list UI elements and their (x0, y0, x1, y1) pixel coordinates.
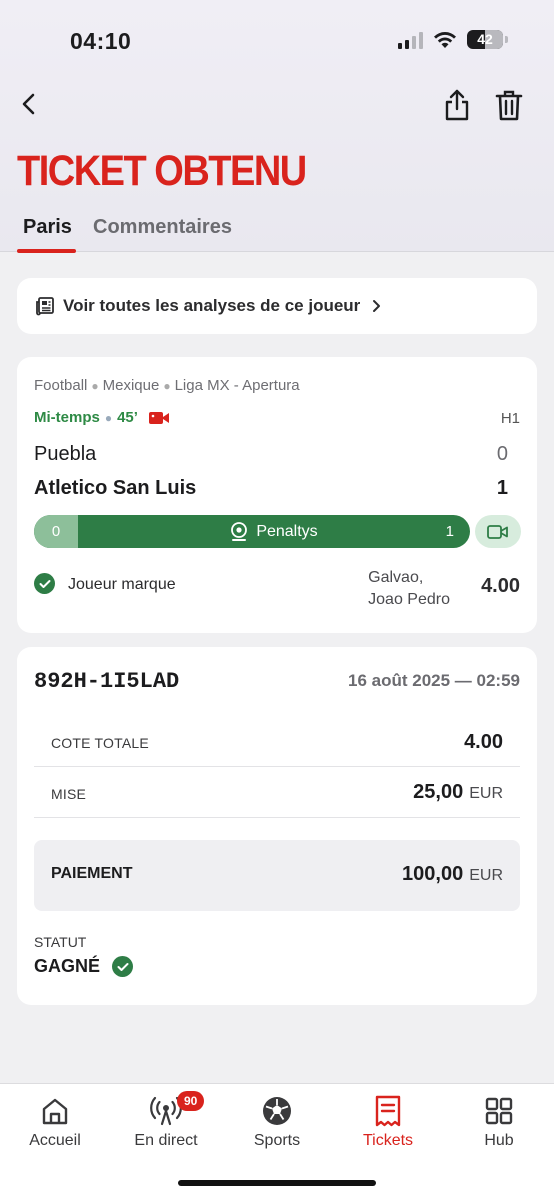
status-label: STATUT (34, 934, 87, 950)
country-label: Mexique (102, 377, 160, 394)
selection-market: Joueur marque (68, 576, 176, 593)
signal-icon (398, 31, 423, 49)
stake-currency: EUR (469, 785, 503, 802)
player-name-line1: Galvao, (368, 569, 424, 586)
stake-amount: 25,00 (413, 781, 464, 803)
match-breadcrumb: Football ● Mexique ● Liga MX - Apertura (34, 377, 300, 394)
ticket-icon (375, 1095, 401, 1127)
away-score: 1 (496, 477, 508, 499)
penalty-spot-icon (231, 521, 248, 541)
total-odds-value: 4.00 (464, 731, 503, 753)
tab-commentaires[interactable]: Commentaires (93, 216, 232, 239)
watch-video-button[interactable] (475, 515, 521, 548)
tabbar-label: Hub (484, 1132, 514, 1149)
chevron-right-icon (373, 300, 381, 312)
battery-icon: 42 (467, 30, 503, 49)
trash-icon[interactable] (494, 88, 524, 122)
penalties-home: 0 (34, 515, 78, 548)
payout-value: 100,00 EUR (402, 863, 503, 886)
payout-currency: EUR (469, 867, 503, 884)
player-name-line2: Joao Pedro (368, 591, 450, 608)
status-time: 04:10 (70, 28, 132, 54)
page-title: TICKET OBTENU (17, 148, 307, 196)
battery-tip (505, 36, 508, 43)
stake-value: 25,00 EUR (413, 781, 503, 804)
divider (34, 766, 520, 767)
soccer-ball-icon (263, 1097, 291, 1125)
ticket-card: 892H-1I5LAD 16 août 2025 — 02:59 COTE TO… (17, 647, 537, 1005)
wifi-icon (434, 31, 456, 48)
selection-player: Galvao, Joao Pedro (368, 567, 450, 611)
tabbar-item-en-direct[interactable]: 90 En direct (111, 1091, 221, 1150)
ticket-date: 16 août 2025 — 02:59 (348, 671, 520, 690)
penalties-center: Penaltys (78, 515, 470, 548)
match-minute: 45’ (117, 409, 138, 426)
tabbar-label: Tickets (362, 1132, 414, 1149)
match-status: Mi-temps (34, 409, 100, 426)
tabbar-item-hub[interactable]: Hub (444, 1094, 554, 1150)
active-tab-indicator (17, 249, 76, 253)
home-team: Puebla (34, 443, 97, 465)
newspaper-icon (36, 297, 54, 316)
status-bar: 04:10 42 (0, 0, 554, 80)
analyses-label: Voir toutes les analyses de ce joueur (63, 296, 361, 315)
player-analyses-link[interactable]: Voir toutes les analyses de ce joueur (17, 278, 537, 334)
status-text: GAGNÉ (34, 956, 101, 976)
home-icon (42, 1098, 68, 1125)
penalties-label: Penaltys (256, 522, 318, 540)
nav-row (0, 86, 554, 126)
payout-label: PAIEMENT (51, 865, 133, 882)
tabbar-label: En direct (134, 1132, 198, 1149)
tab-paris[interactable]: Paris (23, 216, 72, 239)
home-score: 0 (496, 443, 508, 465)
header-area: 04:10 42 TICKET OBTENU Paris Commentaire… (0, 0, 554, 253)
won-check-icon (34, 573, 55, 594)
tabbar-item-accueil[interactable]: Accueil (0, 1094, 110, 1150)
won-check-icon (112, 956, 134, 977)
payout-amount: 100,00 (402, 863, 464, 885)
grid-icon (485, 1097, 513, 1125)
status-icons: 42 (398, 30, 508, 49)
share-icon[interactable] (442, 88, 472, 122)
away-team: Atletico San Luis (34, 477, 197, 499)
video-camera-icon (148, 411, 169, 424)
match-card[interactable]: Football ● Mexique ● Liga MX - Apertura Mi-t… (17, 357, 537, 633)
live-count-badge: 90 (177, 1091, 205, 1111)
bet-selection: Joueur marque Galvao, Joao Pedro 4.00 (34, 565, 520, 615)
status-value: GAGNÉ (34, 956, 134, 977)
home-indicator (178, 1180, 376, 1186)
divider (34, 817, 520, 818)
video-icon (487, 524, 508, 539)
live-status: Mi-temps ● 45’ (34, 409, 170, 426)
tabbar-item-tickets[interactable]: Tickets (333, 1094, 443, 1150)
tabbar-label: Accueil (29, 1132, 81, 1149)
penalties-bar: 0 Penaltys 1 (34, 515, 470, 548)
ticket-id: 892H-1I5LAD (34, 669, 180, 694)
selection-odd: 4.00 (481, 575, 520, 597)
battery-level: 42 (477, 31, 493, 47)
tabbar-item-sports[interactable]: Sports (222, 1094, 332, 1150)
penalties-away: 1 (445, 523, 454, 540)
payout-box: PAIEMENT 100,00 EUR (34, 840, 520, 911)
tab-bar-top: Paris Commentaires (0, 212, 554, 253)
tabbar-label: Sports (253, 1132, 301, 1149)
back-icon[interactable] (18, 92, 42, 116)
sport-label: Football (34, 377, 88, 394)
match-period: H1 (500, 410, 520, 427)
total-odds-label: COTE TOTALE (51, 735, 149, 751)
stake-label: MISE (51, 786, 87, 802)
league-label: Liga MX - Apertura (174, 377, 300, 394)
